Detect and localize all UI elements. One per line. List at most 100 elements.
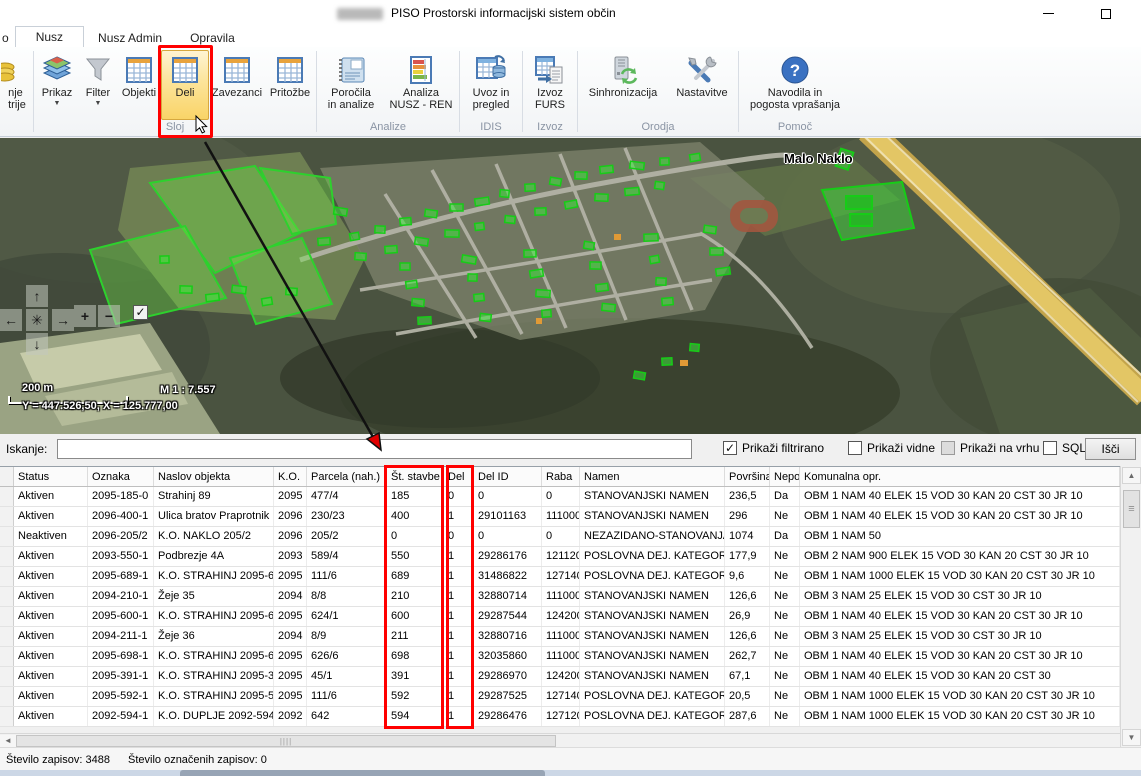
table-cell: 2092-594-1	[88, 707, 154, 726]
table-cell: 2095	[274, 667, 307, 686]
tab-opravila[interactable]: Opravila	[176, 28, 249, 47]
horizontal-scroll-thumb[interactable]	[16, 735, 556, 747]
table-row[interactable]: Aktiven2094-211-1Žeje 3620948/9211132880…	[0, 627, 1120, 647]
pritozbe-button[interactable]: Pritožbe	[265, 50, 315, 120]
table-cell: 0	[542, 487, 580, 506]
table-icon	[124, 53, 154, 87]
table-row[interactable]: Neaktiven2096-205/2K.O. NAKLO 205/220962…	[0, 527, 1120, 547]
maximize-button[interactable]	[1083, 0, 1128, 27]
porocila-button[interactable]: Poročila in analize	[318, 50, 384, 120]
partial-button[interactable]: nje trije	[0, 50, 32, 120]
vertical-scroll-thumb[interactable]	[1123, 490, 1140, 528]
table-cell: 1271401	[542, 687, 580, 706]
scroll-down-button[interactable]: ▼	[1122, 729, 1141, 746]
redacted-title-prefix	[337, 8, 383, 20]
table-cell: 0	[474, 527, 542, 546]
filter-button[interactable]: Filter ▼	[79, 50, 117, 120]
map-overlay-checkbox[interactable]: ✓	[133, 305, 148, 320]
checkbox-icon[interactable]	[1043, 441, 1057, 455]
zavezanci-button[interactable]: Zavezanci	[209, 50, 265, 120]
table-row[interactable]: Aktiven2095-698-1K.O. STRAHINJ 2095-6982…	[0, 647, 1120, 667]
table-cell: 2093-550-1	[88, 547, 154, 566]
navodila-button[interactable]: ? Navodila in pogosta vprašanja	[740, 50, 850, 120]
sinhronizacija-button[interactable]: Sinhronizacija	[579, 50, 667, 120]
scroll-up-button[interactable]: ▲	[1122, 467, 1141, 484]
table-row[interactable]: Aktiven2093-550-1Podbrezje 4A2093589/455…	[0, 547, 1120, 567]
arrow-right-icon: →	[56, 313, 70, 327]
table-cell: K.O. STRAHINJ 2095-600	[154, 607, 274, 626]
column-header[interactable]: Nepo	[770, 467, 800, 486]
checkbox-icon[interactable]	[848, 441, 862, 455]
table-cell: Žeje 35	[154, 587, 274, 606]
column-header[interactable]: K.O.	[274, 467, 307, 486]
table-cell: STANOVANJSKI NAMEN	[580, 487, 725, 506]
pan-right-button[interactable]: →	[52, 309, 74, 331]
column-header[interactable]: Status	[14, 467, 88, 486]
table-cell: 2094-210-1	[88, 587, 154, 606]
column-header[interactable]: Raba	[542, 467, 580, 486]
table-cell: Ulica bratov Praprotnik 1	[154, 507, 274, 526]
table-cell: 126,6	[725, 627, 770, 646]
table-cell: Aktiven	[14, 587, 88, 606]
table-row[interactable]: Aktiven2095-689-1K.O. STRAHINJ 2095-6892…	[0, 567, 1120, 587]
minimize-button[interactable]	[1026, 0, 1071, 27]
ribbon-group-izvoz: Izvoz FURS Izvoz	[524, 47, 576, 136]
table-cell: 8/9	[307, 627, 387, 646]
zoom-out-button[interactable]: −	[98, 305, 120, 327]
deli-button[interactable]: Deli	[161, 50, 209, 120]
column-header[interactable]: Del ID	[474, 467, 542, 486]
column-header[interactable]: Površina	[725, 467, 770, 486]
table-row[interactable]: Aktiven2095-185-0Strahinj 892095477/4185…	[0, 487, 1120, 507]
table-row[interactable]: Aktiven2095-600-1K.O. STRAHINJ 2095-6002…	[0, 607, 1120, 627]
prikaz-button[interactable]: Prikaz ▼	[35, 50, 79, 120]
scroll-left-button[interactable]: ◄	[0, 735, 16, 747]
search-input[interactable]	[57, 439, 692, 459]
tab-nusz-admin[interactable]: Nusz Admin	[84, 28, 176, 47]
table-cell: OBM 3 NAM 25 ELEK 15 VOD 30 CST 30 JR 10	[800, 587, 1120, 606]
row-gutter	[0, 607, 14, 626]
map-viewport[interactable]: Malo Naklo ↑ ← ✳ → ↓ + − ✓ 200 m M 1 : 7…	[0, 138, 1141, 434]
checkbox-prikazi-filtrirano[interactable]: Prikaži filtrirano	[723, 441, 824, 455]
column-header[interactable]: Komunalna opr.	[800, 467, 1120, 486]
table-row[interactable]: Aktiven2095-391-1K.O. STRAHINJ 2095-3912…	[0, 667, 1120, 687]
column-header[interactable]: Parcela (nah.)	[307, 467, 387, 486]
checkbox-icon[interactable]	[723, 441, 737, 455]
nastavitve-button[interactable]: Nastavitve	[667, 50, 737, 120]
column-header[interactable]: Del	[444, 467, 474, 486]
column-header[interactable]: Naslov objekta	[154, 467, 274, 486]
pan-left-button[interactable]: ←	[0, 309, 22, 331]
notebook-icon	[335, 53, 367, 87]
checkbox-sql[interactable]: SQL	[1043, 441, 1086, 455]
analiza-nusz-ren-button[interactable]: Analiza NUSZ - REN	[384, 50, 458, 120]
table-row[interactable]: Aktiven2096-400-1Ulica bratov Praprotnik…	[0, 507, 1120, 527]
table-cell: OBM 1 NAM 1000 ELEK 15 VOD 30 KAN 20 CST…	[800, 707, 1120, 726]
group-label-analize: Analize	[318, 120, 458, 136]
table-row[interactable]: Aktiven2095-592-1K.O. STRAHINJ 2095-5922…	[0, 687, 1120, 707]
column-header[interactable]: Namen	[580, 467, 725, 486]
table-row[interactable]: Aktiven2094-210-1Žeje 3520948/8210132880…	[0, 587, 1120, 607]
center-map-button[interactable]: ✳	[26, 309, 48, 331]
table-cell: STANOVANJSKI NAMEN	[580, 587, 725, 606]
izvoz-furs-button[interactable]: Izvoz FURS	[524, 50, 576, 120]
horizontal-scrollbar[interactable]: ◄	[0, 733, 1120, 747]
search-button[interactable]: Išči	[1085, 438, 1136, 460]
column-header[interactable]: Št. stavbe	[387, 467, 444, 486]
pan-down-button[interactable]: ↓	[26, 333, 48, 355]
table-row[interactable]: Aktiven2092-594-1K.O. DUPLJE 2092-594209…	[0, 707, 1120, 727]
table-cell: 29286176	[474, 547, 542, 566]
group-label-sloj: Sloj	[35, 120, 315, 136]
tab-nusz[interactable]: Nusz	[15, 26, 84, 48]
vertical-scrollbar[interactable]: ▲ ▼	[1120, 466, 1141, 747]
checkbox-prikazi-vidne[interactable]: Prikaži vidne	[848, 441, 935, 455]
table-cell: 594	[387, 707, 444, 726]
zoom-in-button[interactable]: +	[74, 305, 96, 327]
tab-partial[interactable]: o	[0, 28, 15, 47]
table-cell: 9,6	[725, 567, 770, 586]
column-header[interactable]: Oznaka	[88, 467, 154, 486]
pan-up-button[interactable]: ↑	[26, 285, 48, 307]
uvoz-in-pregled-button[interactable]: Uvoz in pregled	[461, 50, 521, 120]
table-cell: 2095	[274, 687, 307, 706]
objekti-button[interactable]: Objekti	[117, 50, 161, 120]
table-cell: 20,5	[725, 687, 770, 706]
table-cell: STANOVANJSKI NAMEN	[580, 507, 725, 526]
